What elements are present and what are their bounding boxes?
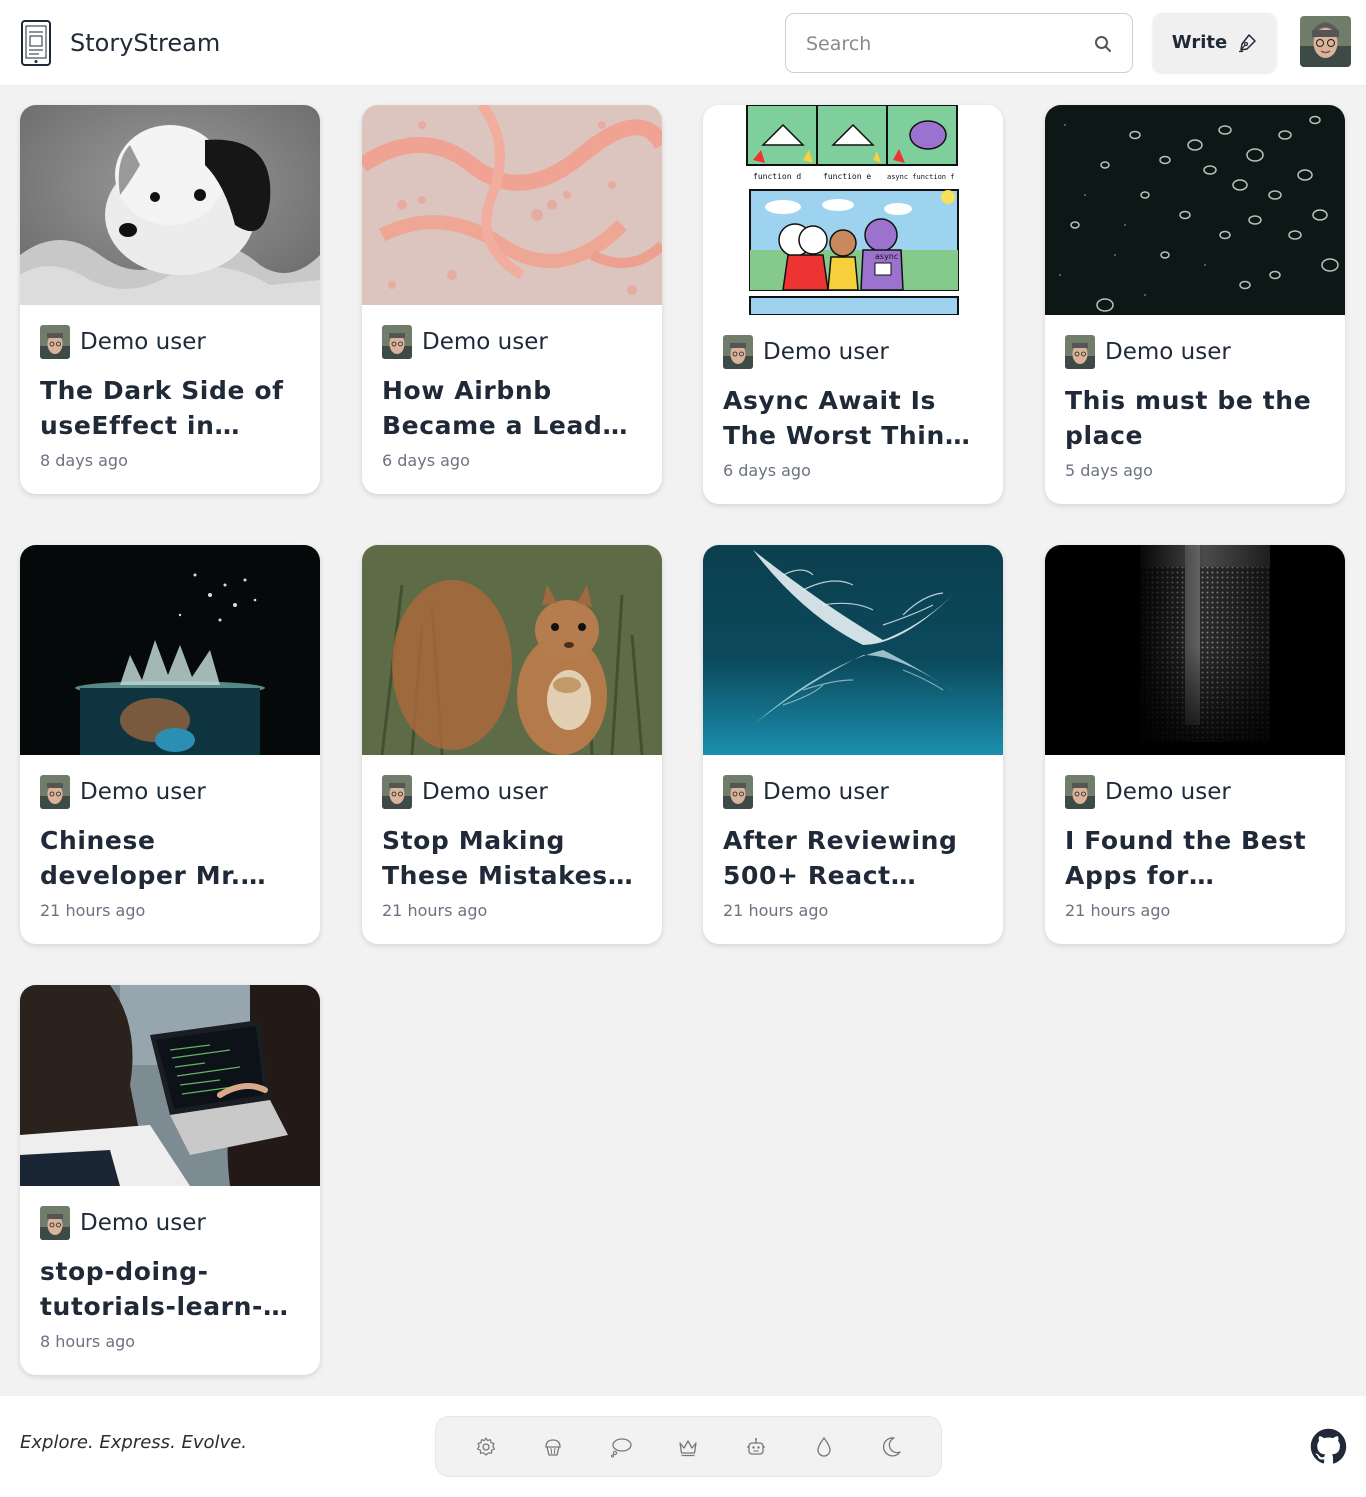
cupcake-icon <box>545 1438 561 1456</box>
github-icon[interactable] <box>1310 1428 1347 1465</box>
svg-text:function d: function d <box>753 172 801 181</box>
author-name: Demo user <box>763 779 889 805</box>
story-card[interactable]: Demo user Chinese developer Mr. Code 21 … <box>20 545 320 944</box>
author-avatar <box>1065 775 1095 809</box>
author-name: Demo user <box>80 329 206 355</box>
author-name: Demo user <box>422 779 548 805</box>
card-timestamp: 6 days ago <box>382 451 470 470</box>
droplet-icon <box>816 1436 831 1457</box>
card-timestamp: 21 hours ago <box>1065 901 1171 920</box>
theme-dark-button[interactable] <box>876 1432 906 1462</box>
card-image-laptop-coding <box>20 985 320 1186</box>
author-avatar <box>1065 335 1095 369</box>
author-avatar <box>382 325 412 359</box>
card-timestamp: 21 hours ago <box>382 901 488 920</box>
user-avatar[interactable] <box>1300 16 1351 67</box>
footer-tagline: Explore. Express. Evolve. <box>20 1432 247 1453</box>
thought-bubble-icon <box>610 1437 632 1458</box>
card-title[interactable]: Chinese developer Mr. Code <box>20 809 320 893</box>
card-image-pink-texture <box>362 105 662 305</box>
theme-crown-button[interactable] <box>673 1432 703 1462</box>
card-image-microphone <box>1045 545 1345 755</box>
story-card[interactable]: Demo user How Airbnb Became a Leader in … <box>362 105 662 494</box>
card-author: Demo user <box>362 305 662 359</box>
settings-icon <box>476 1436 495 1456</box>
robot-icon <box>747 1437 766 1455</box>
author-avatar <box>723 335 753 369</box>
card-author: Demo user <box>362 755 662 809</box>
write-button[interactable]: Write <box>1153 13 1276 72</box>
author-name: Demo user <box>1105 339 1231 365</box>
card-author: Demo user <box>20 1186 320 1240</box>
card-image-squirrel <box>362 545 662 755</box>
author-avatar <box>723 775 753 809</box>
card-author: Demo user <box>20 755 320 809</box>
moon-icon <box>883 1436 901 1456</box>
svg-text:async: async <box>875 252 898 261</box>
card-image-water-splash <box>20 545 320 755</box>
svg-text:function e: function e <box>823 172 871 181</box>
author-avatar <box>40 325 70 359</box>
theme-robot-button[interactable] <box>741 1432 771 1462</box>
app-title[interactable]: StoryStream <box>70 28 220 58</box>
author-name: Demo user <box>1105 779 1231 805</box>
card-image-feather <box>703 545 1003 755</box>
card-title[interactable]: This must be the place <box>1045 369 1345 453</box>
card-title[interactable]: stop-doing-tutorials-learn-by-building <box>20 1240 320 1324</box>
card-image-puppy <box>20 105 320 305</box>
card-timestamp: 8 days ago <box>40 451 128 470</box>
card-author: Demo user <box>703 315 1003 369</box>
card-timestamp: 21 hours ago <box>40 901 146 920</box>
card-timestamp: 6 days ago <box>723 461 811 480</box>
author-name: Demo user <box>80 779 206 805</box>
card-title[interactable]: Stop Making These Mistakes in React <box>362 809 662 893</box>
write-label: Write <box>1171 32 1228 53</box>
card-title[interactable]: How Airbnb Became a Leader in Tech <box>362 359 662 443</box>
author-avatar <box>382 775 412 809</box>
theme-settings-button[interactable] <box>471 1432 501 1462</box>
pen-nib-icon <box>1239 33 1256 52</box>
card-author: Demo user <box>1045 755 1345 809</box>
theme-thought-button[interactable] <box>606 1432 636 1462</box>
story-card[interactable]: function d function e async function f a… <box>703 105 1003 504</box>
card-image-jellyfish <box>1045 105 1345 315</box>
author-name: Demo user <box>422 329 548 355</box>
footer: Explore. Express. Evolve. <box>0 1396 1366 1497</box>
top-navbar: StoryStream Write <box>0 0 1366 86</box>
author-avatar <box>40 775 70 809</box>
search-box <box>785 13 1133 73</box>
crown-icon <box>679 1439 698 1456</box>
author-name: Demo user <box>80 1210 206 1236</box>
card-title[interactable]: After Reviewing 500+ React Projects <box>703 809 1003 893</box>
story-card[interactable]: Demo user The Dark Side of useEffect in … <box>20 105 320 494</box>
author-name: Demo user <box>763 339 889 365</box>
card-timestamp: 8 hours ago <box>40 1332 136 1351</box>
svg-text:async function f: async function f <box>887 173 954 181</box>
theme-cupcake-button[interactable] <box>538 1432 568 1462</box>
theme-droplet-button[interactable] <box>809 1432 839 1462</box>
author-avatar <box>40 1206 70 1240</box>
card-title[interactable]: Async Await Is The Worst Thing to Happen <box>703 369 1003 453</box>
card-timestamp: 5 days ago <box>1065 461 1153 480</box>
tablet-logo-icon[interactable] <box>20 19 52 67</box>
card-timestamp: 21 hours ago <box>723 901 829 920</box>
card-image-async-comic: function d function e async function f a… <box>703 105 1003 315</box>
card-author: Demo user <box>20 305 320 359</box>
search-input[interactable] <box>806 29 1076 59</box>
card-author: Demo user <box>703 755 1003 809</box>
story-card[interactable]: Demo user After Reviewing 500+ React Pro… <box>703 545 1003 944</box>
story-card[interactable]: Demo user This must be the place 5 days … <box>1045 105 1345 504</box>
story-card[interactable]: Demo user I Found the Best Apps for Deve… <box>1045 545 1345 944</box>
search-icon[interactable] <box>1094 35 1112 53</box>
card-title[interactable]: The Dark Side of useEffect in React <box>20 359 320 443</box>
card-title[interactable]: I Found the Best Apps for Developers <box>1045 809 1345 893</box>
story-card[interactable]: Demo user Stop Making These Mistakes in … <box>362 545 662 944</box>
theme-switcher <box>435 1416 942 1477</box>
card-author: Demo user <box>1045 315 1345 369</box>
story-card[interactable]: Demo user stop-doing-tutorials-learn-by-… <box>20 985 320 1375</box>
